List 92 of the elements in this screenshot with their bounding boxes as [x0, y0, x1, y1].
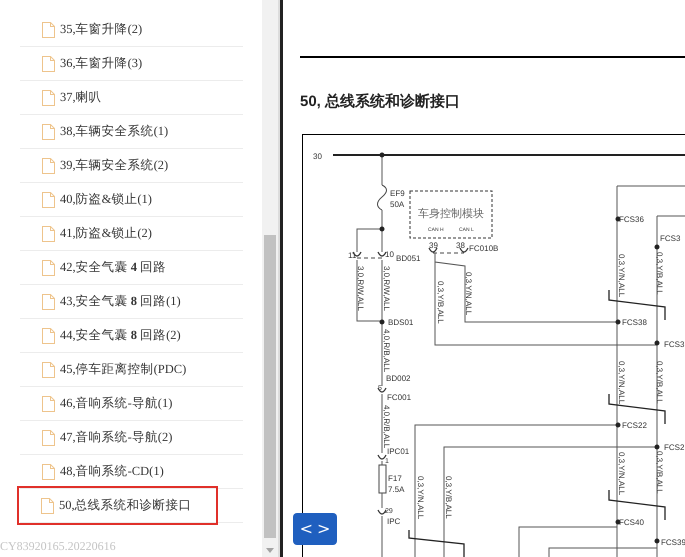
diagram-label: EF9	[390, 189, 405, 198]
wire-code: 4,0,R/B,ALL	[382, 329, 391, 372]
wire-code: 0,3,Y/B,ALL	[444, 476, 453, 519]
sidebar-item[interactable]: 40,防盗&锁止(1)	[20, 182, 152, 216]
document-icon	[41, 498, 54, 514]
document-icon	[42, 158, 55, 174]
diagram-label: FCS22	[622, 421, 647, 430]
document-icon	[42, 192, 55, 208]
wire-code: 3,0,R/W,ALL	[356, 266, 365, 311]
wire-code: 0,3,Y/N,ALL	[416, 476, 425, 520]
sidebar-item[interactable]: 50,总线系统和诊断接口	[17, 486, 218, 525]
document-icon	[42, 124, 55, 140]
diagram-label: FCS38	[622, 318, 647, 327]
diagram-label: FCS40	[619, 518, 644, 527]
wire-code: 0,3,Y/B,ALL	[655, 252, 664, 295]
diagram-label: BD051	[396, 254, 420, 263]
wire-code: 0,3,Y/N,ALL	[617, 254, 626, 298]
junction-dot	[616, 422, 620, 428]
sidebar-item[interactable]: 43,安全气囊 8 回路(1)	[20, 284, 181, 318]
next-button[interactable]: >	[317, 521, 330, 537]
sidebar-item[interactable]: 42,安全气囊 4 回路	[20, 250, 166, 284]
diagram-label: 10	[385, 250, 394, 259]
sidebar-item[interactable]: 38,车辆安全系统(1)	[20, 114, 168, 148]
connector-symbol	[377, 454, 387, 460]
junction-dot	[616, 216, 620, 222]
diagram-label: IPC01	[387, 447, 410, 456]
wire-code: 0,3,Y/B,ALL	[436, 281, 445, 324]
diagram-label: BDS01	[388, 318, 414, 327]
document-icon	[42, 396, 55, 412]
sidebar-item[interactable]: 45,停车距离控制(PDC)	[20, 352, 186, 386]
document-icon	[42, 260, 55, 276]
wire-code: 3,0,R/W,ALL	[382, 266, 391, 311]
diagram-label: FC010B	[469, 244, 498, 253]
document-icon	[42, 430, 55, 446]
diagram-label: F17	[388, 474, 402, 483]
twist-mark	[408, 530, 465, 557]
diagram-label: 38	[456, 241, 465, 250]
document-icon	[42, 56, 55, 72]
document-icon	[42, 362, 55, 378]
sidebar-item[interactable]: 47,音响系统-导航(2)	[20, 420, 172, 454]
wire-code: 0,3,Y/B,ALL	[655, 451, 664, 494]
diagram-label: 39	[429, 241, 438, 250]
diagram-label: FCS36	[619, 215, 644, 224]
fuse-symbol	[377, 184, 387, 210]
document-icon	[42, 294, 55, 310]
connector-symbol	[428, 248, 438, 253]
junction-dot	[654, 444, 660, 450]
wire-code: 4,0,R/B,ALL	[382, 405, 391, 448]
diagram-label: FC001	[387, 393, 412, 402]
diagram-label: 7.5A	[388, 485, 404, 494]
diagram-label: IPC	[387, 517, 400, 526]
junction-dot	[654, 340, 660, 346]
diagram-label: 30	[313, 152, 322, 161]
wire-code: 0,3,Y/N,ALL	[617, 361, 626, 404]
diagram-label: 50A	[390, 200, 404, 209]
sidebar-item[interactable]: 39,车辆安全系统(2)	[20, 148, 168, 182]
diagram-label: FCS3	[660, 234, 680, 243]
sidebar-item[interactable]: 48,音响系统-CD(1)	[20, 454, 164, 488]
wire-code: 0,3,Y/B,ALL	[655, 361, 664, 404]
sidebar-item[interactable]: 37,喇叭	[20, 80, 102, 114]
wire-code: 0,3,Y/N,ALL	[464, 272, 473, 316]
document-icon	[42, 328, 55, 344]
junction-dot	[616, 520, 620, 524]
page-heading: 50, 总线系统和诊断接口	[300, 92, 462, 112]
connector-symbol	[377, 252, 387, 257]
sidebar-item[interactable]: 36,车窗升降(3)	[20, 46, 142, 80]
sidebar-item[interactable]: 41,防盗&锁止(2)	[20, 216, 152, 250]
connector-symbol	[377, 510, 387, 515]
diagram-label: BD002	[386, 374, 410, 383]
previous-button[interactable]: <	[300, 521, 313, 537]
junction-dot	[654, 244, 660, 250]
sidebar-item[interactable]: 44,安全气囊 8 回路(2)	[20, 318, 181, 352]
junction-dot	[380, 320, 384, 324]
document-icon	[42, 464, 55, 480]
diagram-label: FCS3	[664, 340, 684, 349]
junction-dot	[654, 538, 660, 544]
diagram-label: FCS2	[664, 443, 684, 452]
fuse-symbol	[378, 464, 386, 494]
document-icon	[42, 90, 55, 106]
junction-dot	[380, 152, 384, 158]
footer-code: CY83920165.20220616	[0, 538, 116, 555]
document-icon	[42, 226, 55, 242]
junction-dot	[616, 320, 620, 324]
scrollbar-thumb[interactable]	[264, 235, 276, 538]
scroll-down-icon[interactable]	[266, 548, 274, 553]
document-icon	[42, 22, 55, 38]
diagram-label: 车身控制模块	[418, 208, 484, 220]
wire-code: 0,3,Y/N,ALL	[617, 452, 626, 496]
connector-symbol	[459, 248, 469, 253]
junction-dot	[380, 226, 384, 232]
sidebar-item[interactable]: 46,音响系统-导航(1)	[20, 386, 172, 420]
sidebar-item[interactable]: 35,车窗升降(2)	[20, 12, 142, 46]
